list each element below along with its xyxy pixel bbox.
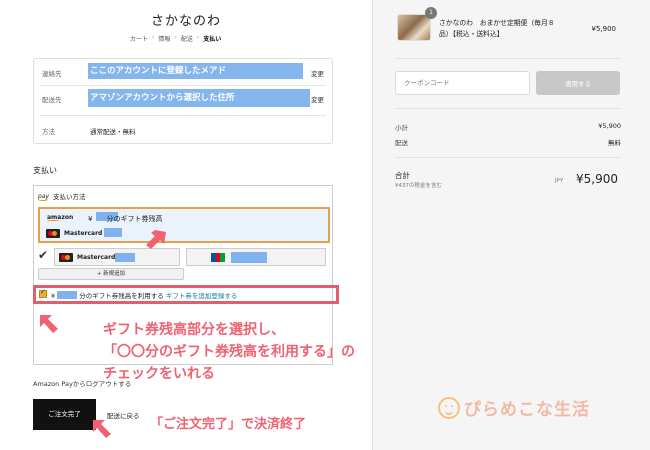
annotation-line-2: 「〇〇分のギフト券残高を利用する」の [103,344,355,360]
tax-note: ¥437の税金を含む [395,183,442,189]
amazon-logo: amazon [47,214,73,221]
currency-code: JPY [555,178,564,184]
order-info-box: 連絡先 ここのアカウントに登録したメアド 変更 配送先 アマゾンアカウントから選… [33,58,333,144]
checkmark-icon: ✔ [38,248,49,262]
gift-card-balance-text: ¥ 分のギフト券残高 [88,215,163,223]
divider [395,157,621,158]
total-label: 合計 [395,171,410,180]
card-label: Mastercard [77,254,116,261]
quantity-badge: 1 [425,7,437,19]
divider [40,115,326,116]
breadcrumb-cart[interactable]: カート [130,34,148,43]
shipping-cost-label: 配送 [395,139,408,147]
mastercard-icon [46,229,60,238]
jcb-icon [211,253,226,262]
back-to-shipping-link[interactable]: 配送に戻る [107,410,140,420]
mastercard-card-option[interactable]: Mastercard [54,248,180,266]
complete-order-button[interactable]: ご注文完了 [33,399,96,430]
amazon-pay-logo: pay [38,192,50,201]
breadcrumb-payment: 支払い [203,36,222,43]
order-summary-panel: 1 さかなのわ おまかせ定期便（毎月８品）【税込・送料込】 ¥5,900 適用す… [372,0,650,450]
add-new-card-button[interactable]: + 新規追加 [38,268,184,280]
smiley-face-icon [438,396,460,419]
method-label: 方法 [42,128,55,136]
chevron-right-icon: › [152,34,155,41]
breadcrumb: カート › 情報 › 配送 › 支払い [130,34,221,43]
jcb-card-option[interactable] [186,248,326,266]
apply-coupon-button[interactable]: 適用する [536,71,620,95]
breadcrumb-info[interactable]: 情報 [158,34,170,43]
method-value: 通常配送・無料 [90,128,136,136]
coupon-code-input[interactable] [395,71,530,95]
shop-title[interactable]: さかなのわ [0,10,372,29]
amazon-logo-text: amazon [47,214,74,221]
chevron-right-icon: › [174,34,177,41]
pay-widget-header: pay 支払い方法 [38,191,86,201]
redacted-card-number [115,253,135,262]
redacted-card-number [104,228,122,237]
shipping-address-row: 配送先 アマゾンアカウントから選択した住所 変更 [34,85,332,111]
method-row: 方法 通常配送・無料 [34,117,332,143]
complete-order-annotation: 「ご注文完了」で決済終了 [150,417,307,432]
contact-label: 連絡先 [42,70,62,78]
subtotal-value: ¥5,900 [598,122,621,130]
watermark-text: ぴらめこな生活 [464,400,590,420]
gift-card-balance-option[interactable]: amazon ¥ 分のギフト券残高 Mastercard [38,207,330,243]
pay-widget-title: 支払い方法 [53,193,86,201]
change-shipping-link[interactable]: 変更 [311,94,324,104]
card-label: Mastercard [64,230,103,237]
shipping-label: 配送先 [42,96,62,104]
shipping-cost-row: 配送 無料 [395,137,621,147]
subtotal-row: 小計 ¥5,900 [395,122,621,132]
contact-value: ここのアカウントに登録したメアド [90,66,227,76]
shipping-value: アマゾンアカウントから選択した住所 [90,93,235,103]
chevron-right-icon: › [196,34,200,41]
blog-watermark: ぴらめこな生活 [438,395,590,420]
breadcrumb-shipping[interactable]: 配送 [181,34,193,43]
annotation-line-3: チェックをいれる [103,366,215,382]
total-value: ¥5,900 [576,172,618,186]
contact-row: 連絡先 ここのアカウントに登録したメアド 変更 [34,59,332,85]
highlight-box [33,285,339,304]
subtotal-label: 小計 [395,124,408,132]
mastercard-icon [59,253,73,262]
shipping-cost-value: 無料 [608,139,621,147]
divider [395,58,621,59]
instruction-annotation: ギフト券残高部分を選択し、 「〇〇分のギフト券残高を利用する」の チェックをいれ… [103,319,355,385]
product-price: ¥5,900 [591,25,617,33]
checkout-main: さかなのわ カート › 情報 › 配送 › 支払い 連絡先 ここのアカウントに登… [0,0,372,450]
product-thumbnail [397,14,431,41]
divider [395,108,621,109]
payment-section-title: 支払い [33,166,57,175]
checkout-page: さかなのわ カート › 情報 › 配送 › 支払い 連絡先 ここのアカウントに登… [0,0,650,450]
product-name: さかなのわ おまかせ定期便（毎月８品）【税込・送料込】 [439,19,555,38]
annotation-line-1: ギフト券残高部分を選択し、 [103,322,285,338]
change-contact-link[interactable]: 変更 [311,68,324,78]
redacted-card-number [231,252,267,263]
amazon-pay-logout-link[interactable]: Amazon Payからログアウトする [33,378,131,388]
